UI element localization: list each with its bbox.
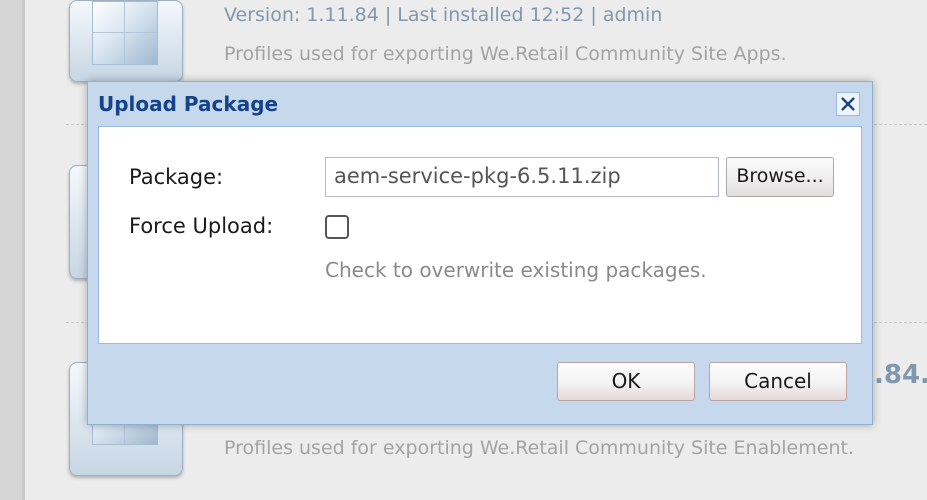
dialog-body: Package: aem-service-pkg-6.5.11.zip Brow… <box>98 126 862 344</box>
dialog-header[interactable]: Upload Package <box>88 82 872 126</box>
ok-button[interactable]: OK <box>557 362 695 401</box>
dialog-title: Upload Package <box>98 92 279 116</box>
package-version: .84. <box>874 360 927 390</box>
cancel-button[interactable]: Cancel <box>709 362 847 401</box>
upload-package-dialog: Upload Package Package: aem-service-pkg-… <box>87 81 873 425</box>
browse-button[interactable]: Browse... <box>726 157 834 197</box>
left-strip <box>0 0 25 500</box>
close-button[interactable] <box>836 92 860 116</box>
package-file-input[interactable]: aem-service-pkg-6.5.11.zip <box>325 157 719 197</box>
package-meta[interactable]: Version: 1.11.84 | Last installed 12:52 … <box>224 4 662 26</box>
package-description: Profiles used for exporting We.Retail Co… <box>224 43 787 65</box>
force-upload-hint: Check to overwrite existing packages. <box>325 258 707 282</box>
force-upload-checkbox[interactable] <box>325 215 349 239</box>
force-upload-label: Force Upload: <box>129 214 274 238</box>
package-label: Package: <box>129 165 224 189</box>
package-icon <box>69 0 183 82</box>
package-description: Profiles used for exporting We.Retail Co… <box>224 437 854 459</box>
